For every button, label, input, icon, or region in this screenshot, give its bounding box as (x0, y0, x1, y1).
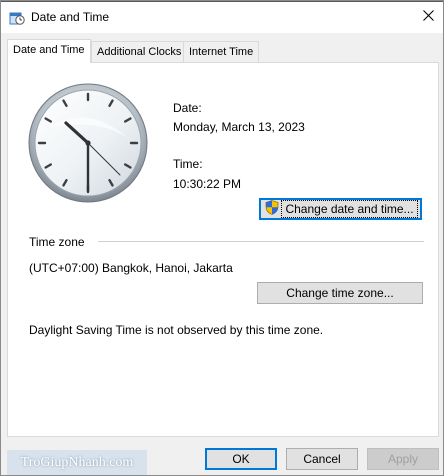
tab-internet-time[interactable]: Internet Time (183, 41, 260, 62)
watermark: TroGiupNhanh.com (7, 450, 147, 475)
uac-shield-icon (265, 200, 279, 218)
timezone-value: (UTC+07:00) Bangkok, Hanoi, Jakarta (29, 261, 233, 275)
title-bar: Date and Time (1, 2, 443, 33)
tab-date-and-time[interactable]: Date and Time (7, 39, 91, 63)
dst-note: Daylight Saving Time is not observed by … (29, 323, 324, 337)
ok-button[interactable]: OK (205, 448, 277, 470)
date-label: Date: (173, 101, 202, 115)
tab-additional-clocks[interactable]: Additional Clocks (91, 41, 188, 62)
clock-calendar-icon (9, 10, 25, 26)
date-time-dialog: Date and Time Date and Time Additional C… (0, 0, 444, 476)
cancel-button[interactable]: Cancel (286, 448, 358, 470)
window-title: Date and Time (31, 10, 110, 24)
time-value: 10:30:22 PM (173, 177, 242, 191)
close-button[interactable] (413, 2, 443, 32)
tab-panel: Date: Monday, March 13, 2023 Time: 10:30… (7, 62, 439, 437)
apply-button[interactable]: Apply (367, 448, 439, 470)
time-label: Time: (173, 157, 203, 171)
close-icon (422, 8, 434, 26)
change-date-time-button[interactable]: Change date and time... (259, 198, 422, 220)
analog-clock (28, 83, 148, 203)
change-date-time-label: Change date and time... (281, 200, 418, 218)
timezone-heading: Time zone (29, 235, 85, 249)
change-time-zone-button[interactable]: Change time zone... (257, 282, 423, 304)
date-value: Monday, March 13, 2023 (173, 120, 305, 134)
timezone-divider (98, 241, 424, 242)
